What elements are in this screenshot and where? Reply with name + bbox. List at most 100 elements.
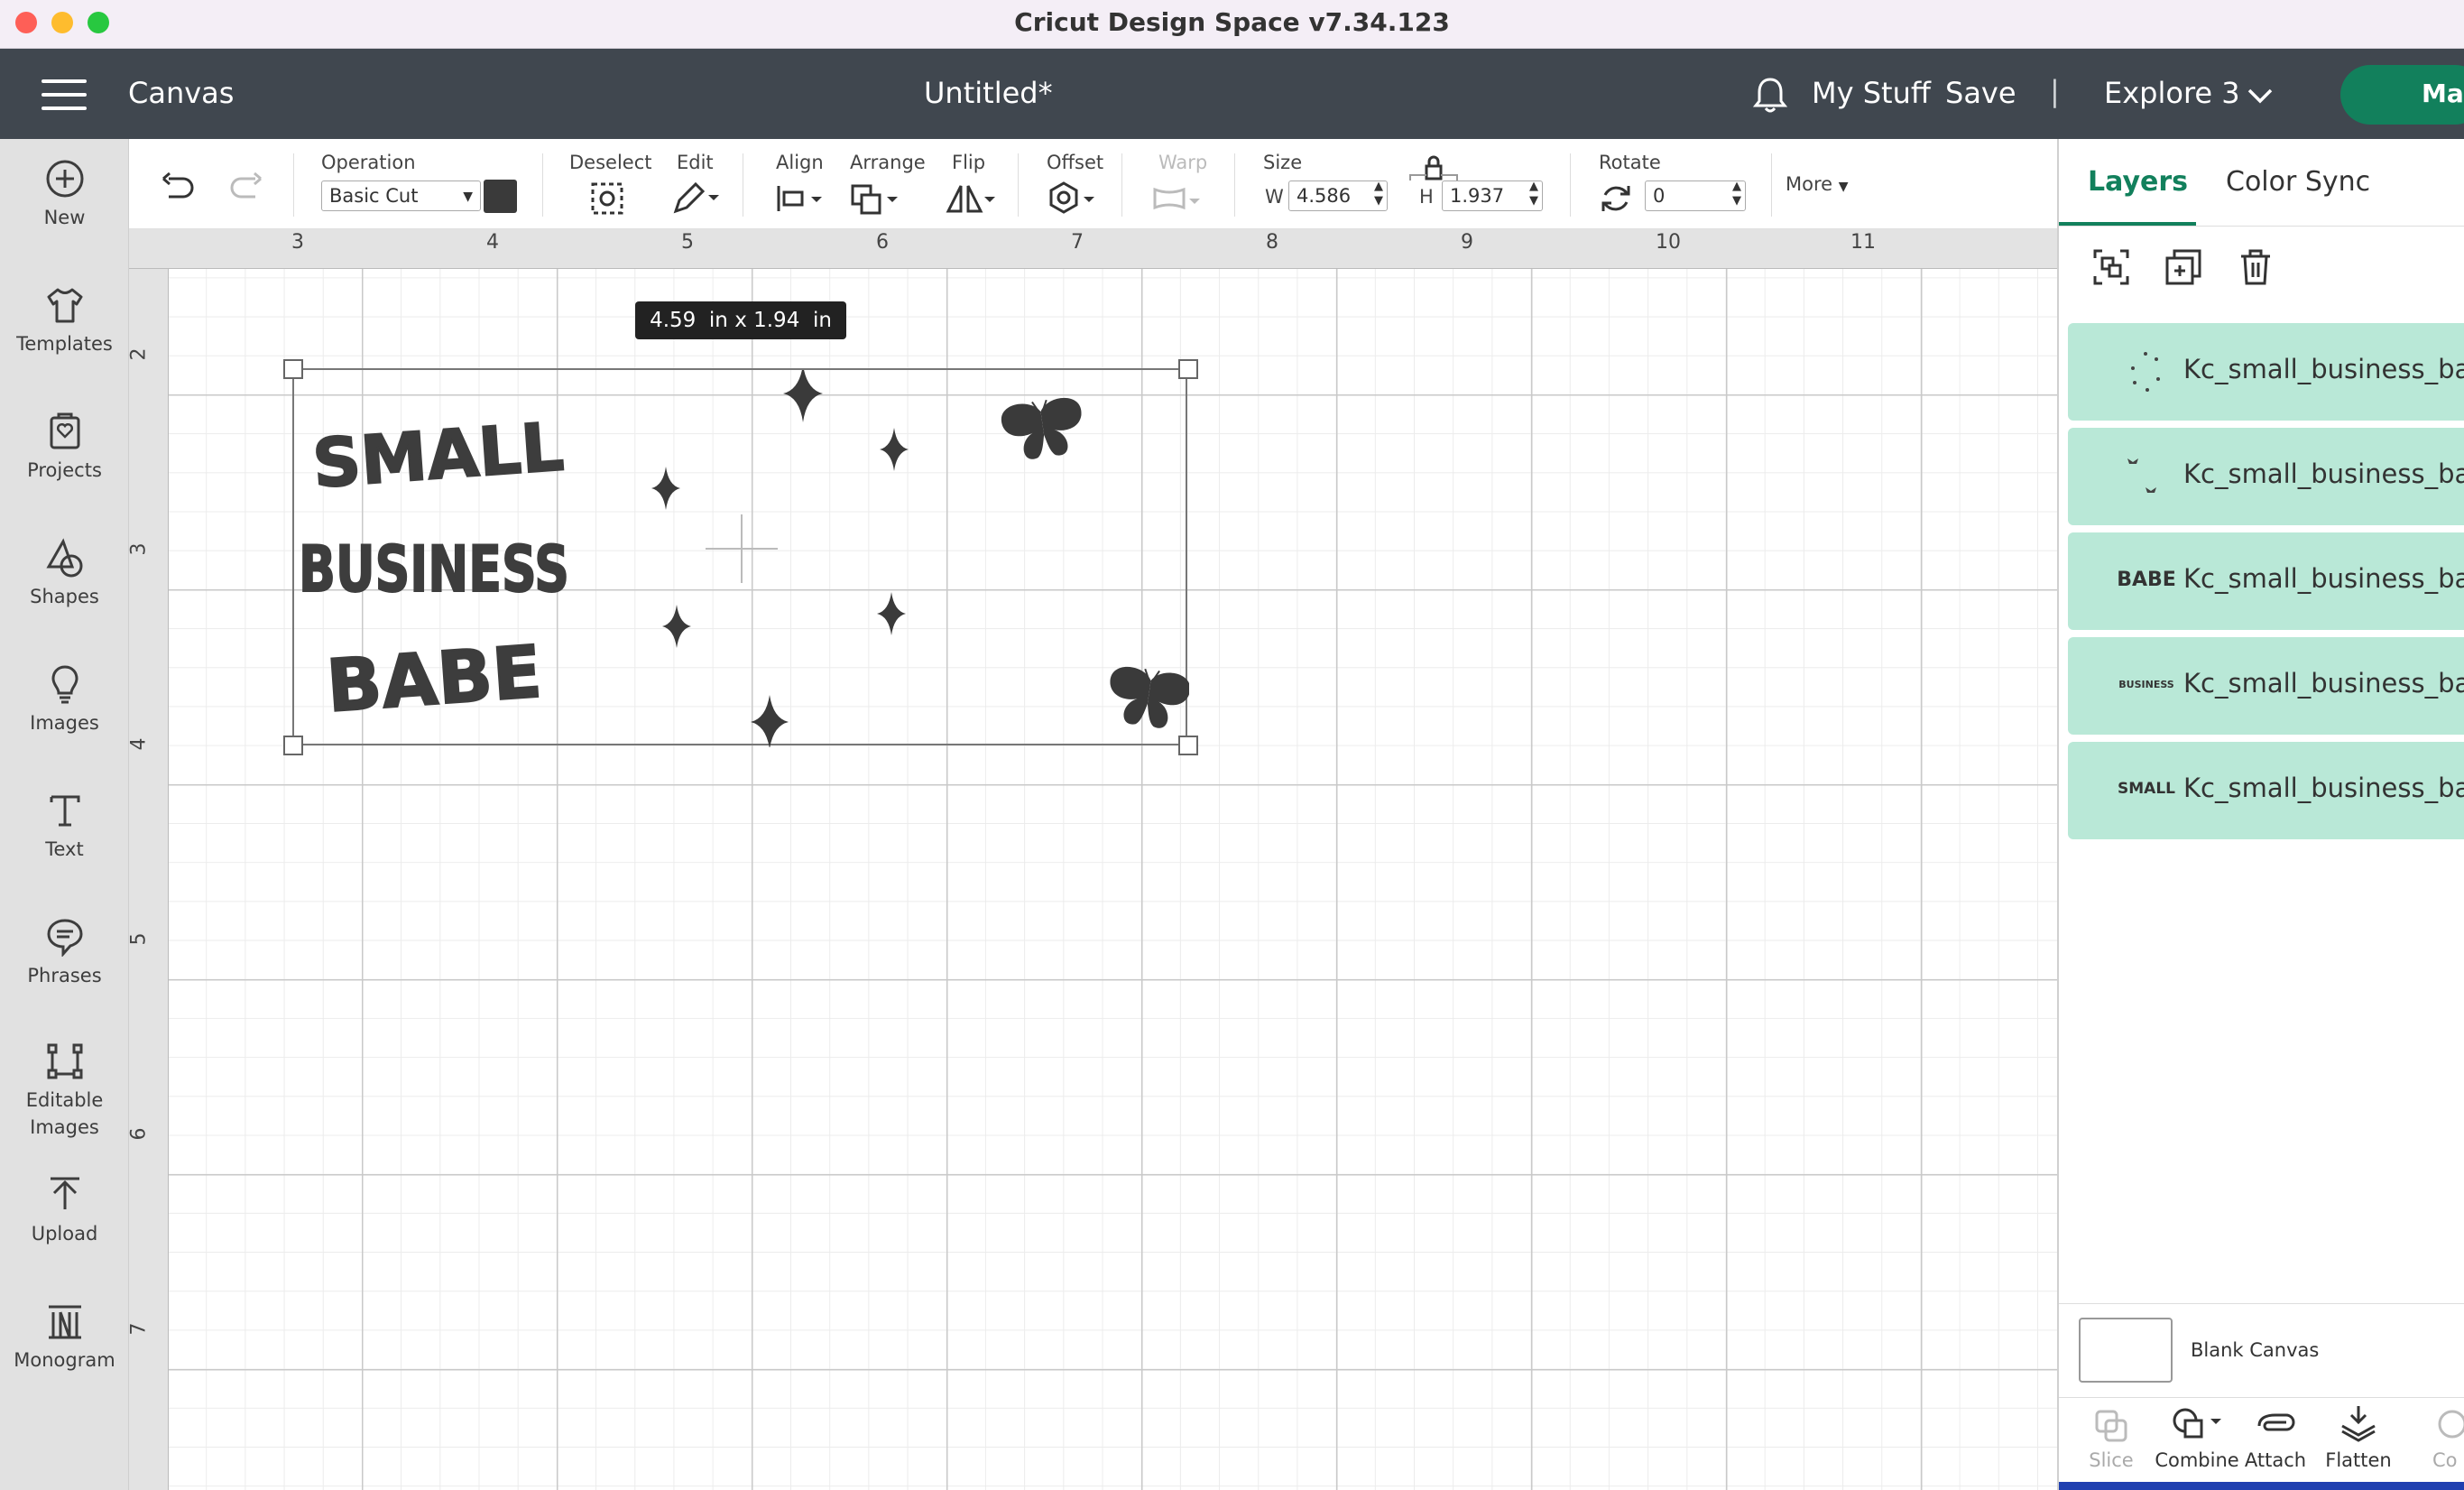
resize-handle[interactable]: [1178, 359, 1198, 379]
bulb-icon: [51, 665, 78, 704]
width-label: W: [1265, 186, 1284, 208]
pencil-icon[interactable]: [670, 180, 721, 217]
layer-row[interactable]: Kc_small_business_babe: [2068, 323, 2464, 421]
deselect-label: Deselect: [569, 152, 652, 173]
make-button-label: Mak: [2422, 79, 2464, 108]
layer-name: Kc_small_business_babe: [2183, 354, 2464, 384]
layer-row[interactable]: BUSINESS Kc_small_business_babe: [2068, 637, 2464, 735]
projects-icon: [50, 412, 79, 449]
sidebar-item-label: Templates: [16, 333, 113, 355]
group-icon[interactable]: [2091, 247, 2131, 287]
sidebar-item-label: Upload: [31, 1223, 98, 1245]
ruler-tick: 3: [291, 231, 304, 254]
my-stuff-link[interactable]: My Stuff: [1812, 76, 1931, 110]
left-sidebar: New Templates Projects Shapes Images Tex…: [0, 139, 129, 1490]
attach-button[interactable]: Attach: [2230, 1449, 2321, 1471]
layer-thumbnail: BUSINESS: [2118, 679, 2174, 690]
rotate-icon[interactable]: [1598, 180, 1634, 217]
document-title[interactable]: Untitled*: [924, 76, 1053, 110]
contour-button[interactable]: Co: [2432, 1449, 2458, 1471]
layer-thumbnail: [2127, 458, 2156, 493]
slice-button[interactable]: Slice: [2066, 1449, 2156, 1471]
combine-button[interactable]: Combine: [2152, 1449, 2242, 1471]
appbar-separator: |: [2050, 74, 2060, 108]
ruler-tick: 6: [876, 231, 889, 254]
sidebar-item-upload[interactable]: Upload: [0, 1175, 129, 1247]
offset-label: Offset: [1047, 152, 1104, 173]
width-stepper[interactable]: ▲ ▼: [1374, 180, 1383, 208]
ruler-tick: 5: [127, 932, 151, 946]
text-icon: [50, 795, 79, 827]
tab-layers[interactable]: Layers: [2088, 166, 2188, 198]
sidebar-item-shapes[interactable]: Shapes: [0, 538, 129, 610]
height-input[interactable]: 1.937 ▲ ▼: [1442, 180, 1543, 211]
window-titlebar: Cricut Design Space v7.34.123: [0, 0, 2464, 49]
sidebar-item-new[interactable]: New: [0, 159, 129, 231]
ruler-tick: 7: [1071, 231, 1084, 254]
window-title: Cricut Design Space v7.34.123: [1014, 7, 1450, 37]
ruler-tick: 2: [127, 347, 151, 361]
sidebar-item-phrases[interactable]: Phrases: [0, 917, 129, 989]
slice-icon: [2095, 1410, 2127, 1442]
save-button[interactable]: Save: [1945, 76, 2016, 110]
tab-color-sync[interactable]: Color Sync: [2226, 166, 2370, 198]
ruler-tick: 3: [127, 542, 151, 556]
deselect-icon[interactable]: [589, 180, 625, 217]
make-button[interactable]: Mak: [2340, 65, 2464, 125]
undo-icon[interactable]: [160, 171, 196, 202]
sidebar-item-text[interactable]: Text: [0, 791, 129, 863]
selection-box[interactable]: SMALL BUSINESS BABE: [292, 368, 1189, 747]
sidebar-item-images[interactable]: Images: [0, 664, 129, 736]
flip-icon[interactable]: [945, 180, 999, 217]
layer-name: Kc_small_business_babe: [2183, 773, 2464, 803]
operation-color-swatch[interactable]: [484, 180, 517, 213]
machine-selector[interactable]: Explore 3: [2104, 76, 2240, 110]
chevron-down-icon[interactable]: [2247, 87, 2274, 105]
layer-row[interactable]: SMALL Kc_small_business_babe: [2068, 742, 2464, 839]
height-stepper[interactable]: ▲ ▼: [1529, 180, 1538, 208]
plus-circle-icon: [46, 160, 83, 198]
resize-handle[interactable]: [283, 359, 303, 379]
sidebar-item-templates[interactable]: Templates: [0, 285, 129, 357]
small-business-babe-design[interactable]: SMALL BUSINESS BABE: [294, 370, 1189, 747]
sidebar-item-label: Text: [45, 838, 84, 860]
lock-icon[interactable]: [1408, 155, 1459, 182]
sidebar-item-label: Images: [30, 712, 99, 734]
design-word-babe: BABE: [324, 630, 544, 728]
layer-row[interactable]: Kc_small_business_babe: [2068, 428, 2464, 525]
app-header: Canvas Untitled* My Stuff Save | Explore…: [0, 49, 2464, 139]
sidebar-item-editable-images[interactable]: Editable Images: [0, 1041, 129, 1141]
operation-select[interactable]: Basic Cut ▼: [321, 180, 481, 211]
layers-panel: Layers Color Sync Kc_small_business_babe…: [2057, 139, 2464, 1490]
resize-handle[interactable]: [283, 736, 303, 755]
resize-handle[interactable]: [1178, 736, 1198, 755]
redo-icon[interactable]: [228, 171, 264, 202]
ruler-tick: 11: [1850, 231, 1876, 254]
hamburger-menu-icon[interactable]: [42, 79, 87, 110]
blank-canvas-swatch[interactable]: [2079, 1318, 2173, 1383]
edit-toolbar: Operation Basic Cut ▼ Deselect Edit Alig…: [129, 139, 2057, 229]
contour-icon: [2438, 1410, 2464, 1439]
warp-label: Warp: [1158, 152, 1208, 173]
layer-row[interactable]: BABE Kc_small_business_babe: [2068, 532, 2464, 630]
width-input[interactable]: 4.586 ▲ ▼: [1288, 180, 1388, 211]
operation-value: Basic Cut: [329, 185, 419, 207]
more-menu[interactable]: More ▼: [1786, 173, 1849, 195]
offset-icon[interactable]: [1047, 180, 1102, 217]
bell-icon[interactable]: [1752, 76, 1788, 114]
sidebar-item-monogram[interactable]: Monogram: [0, 1301, 129, 1374]
sidebar-item-projects[interactable]: Projects: [0, 412, 129, 484]
flatten-button[interactable]: Flatten: [2313, 1449, 2404, 1471]
height-value: 1.937: [1450, 185, 1505, 207]
rotate-input[interactable]: 0 ▲ ▼: [1645, 180, 1746, 211]
align-icon[interactable]: [775, 182, 826, 215]
duplicate-icon[interactable]: [2164, 247, 2203, 287]
ruler-tick: 8: [1266, 231, 1278, 254]
ruler-tick: 10: [1656, 231, 1681, 254]
flatten-icon: [2341, 1406, 2376, 1442]
arrange-icon[interactable]: [849, 180, 903, 217]
design-canvas[interactable]: 4.59 in x 1.94 in SMALL BUSINESS BABE: [169, 269, 2057, 1490]
rotate-stepper[interactable]: ▲ ▼: [1732, 180, 1741, 208]
trash-icon[interactable]: [2236, 247, 2275, 287]
blank-canvas-label: Blank Canvas: [2191, 1339, 2320, 1361]
